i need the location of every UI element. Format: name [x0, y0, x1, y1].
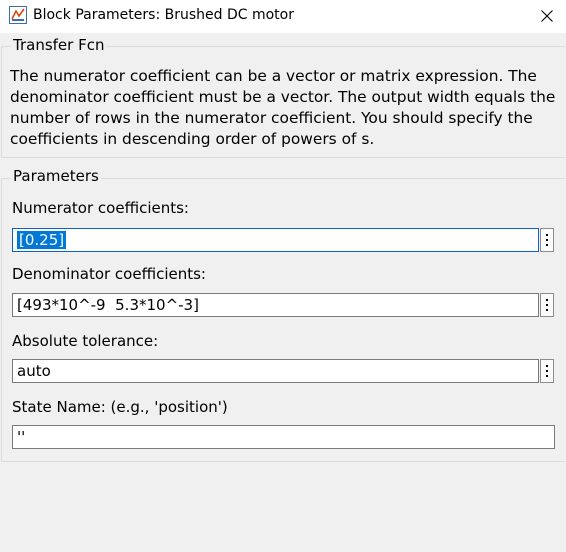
parameters-group	[1, 178, 565, 462]
tolerance-input[interactable]: auto	[12, 359, 539, 383]
numerator-more-button[interactable]	[540, 228, 554, 252]
denominator-label: Denominator coefficients:	[12, 265, 206, 283]
numerator-value: [0.25]	[17, 231, 67, 249]
denominator-input[interactable]: [493*10^-9 5.3*10^-3]	[12, 293, 539, 317]
simulink-block-icon	[9, 6, 27, 24]
vertical-ellipsis-icon	[546, 365, 548, 367]
tolerance-label: Absolute tolerance:	[12, 332, 159, 350]
close-icon	[541, 10, 553, 22]
denominator-value: [493*10^-9 5.3*10^-3]	[17, 296, 199, 314]
state-name-label: State Name: (e.g., 'position')	[12, 398, 228, 416]
tolerance-more-button[interactable]	[540, 359, 554, 383]
vertical-ellipsis-icon	[546, 234, 548, 236]
numerator-input[interactable]: [0.25]	[12, 228, 539, 252]
window-title: Block Parameters: Brushed DC motor	[33, 7, 294, 23]
numerator-label: Numerator coefficients:	[12, 199, 189, 217]
close-button[interactable]	[532, 2, 562, 30]
block-description: The numerator coefficient can be a vecto…	[10, 67, 556, 148]
block-type-title: Transfer Fcn	[11, 36, 107, 54]
state-name-input[interactable]: ''	[12, 425, 555, 449]
vertical-ellipsis-icon	[546, 299, 548, 301]
denominator-more-button[interactable]	[540, 293, 554, 317]
title-bar: Block Parameters: Brushed DC motor	[0, 0, 566, 33]
tolerance-value: auto	[17, 362, 51, 380]
state-name-value: ''	[17, 428, 26, 446]
parameters-title: Parameters	[11, 167, 101, 185]
